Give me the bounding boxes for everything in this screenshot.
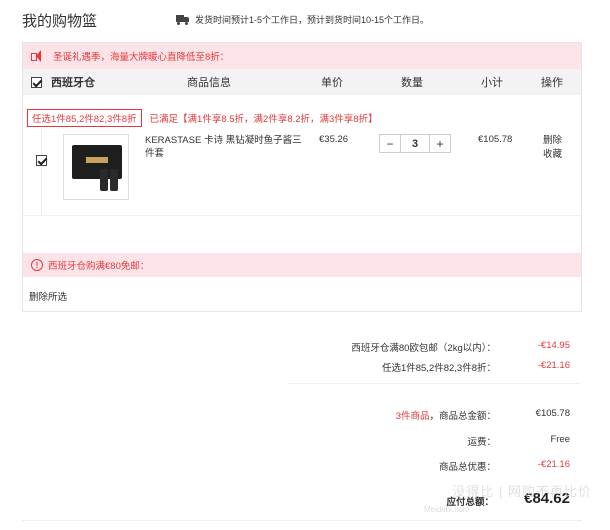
header-unit-price: 单价: [321, 77, 343, 89]
free-shipping-text: 西班牙仓购满€80免邮：: [48, 261, 150, 272]
discount-status: 已满足【满1件享8.5折，满2件享8.2折，满3件享8折】: [149, 114, 378, 125]
delete-link[interactable]: 删除: [543, 134, 562, 148]
quantity-stepper: − 3 +: [379, 134, 451, 153]
product-bottle: [110, 169, 118, 191]
product-bottle: [100, 169, 108, 191]
item-actions: 删除 收藏: [543, 134, 562, 162]
goods-total-value: €105.78: [535, 408, 570, 419]
total-discount-label: 商品总优惠：: [438, 462, 496, 473]
goods-total-label: 3件商品，商品总金额：: [396, 408, 496, 422]
header-quantity: 数量: [401, 77, 423, 89]
product-name[interactable]: KERASTASE 卡诗 黑钻凝时鱼子酱三件套: [145, 134, 305, 160]
truck-icon: [176, 15, 189, 25]
goods-total-label-text: ，商品总金额：: [429, 411, 496, 422]
header-actions: 操作: [541, 77, 563, 89]
cart-header-row: 西班牙仓 商品信息 单价 数量 小计 操作: [23, 69, 581, 95]
decrease-button[interactable]: −: [380, 135, 400, 152]
header-info: 商品信息: [187, 77, 231, 89]
row-divider-vertical: [41, 129, 42, 215]
item-checkbox[interactable]: [36, 155, 47, 166]
increase-button[interactable]: +: [430, 135, 450, 152]
unit-price: €35.26: [319, 134, 349, 145]
promo-banner: 圣诞礼遇季，海量大牌暖心直降低至8折：: [23, 43, 581, 69]
discount-value: -€21.16: [537, 360, 570, 371]
row-divider: [23, 215, 581, 216]
free-shipping-banner: ! 西班牙仓购满€80免邮：: [23, 253, 581, 277]
shipping-note: 发货时间预计1-5个工作日，预计到货时间10-15个工作日。: [176, 13, 429, 26]
quantity-input[interactable]: 3: [400, 135, 430, 152]
total-discount-value: -€21.16: [537, 459, 570, 470]
delete-selected-link[interactable]: 删除所选: [29, 289, 67, 303]
bottom-divider: [22, 520, 582, 521]
favorite-link[interactable]: 收藏: [543, 148, 562, 162]
item-count: 3件商品: [395, 411, 430, 422]
watermark: 没得比 | 网购不再比价: [452, 484, 592, 499]
item-subtotal: €105.78: [478, 134, 513, 145]
product-box-label: [86, 157, 108, 163]
select-all-checkbox[interactable]: [31, 76, 42, 88]
watermark-sub: Meidebi.com: [424, 505, 470, 514]
promo-banner-text: 圣诞礼遇季，海量大牌暖心直降低至8折：: [53, 52, 230, 63]
summary-divider: [288, 383, 580, 384]
discount-tag[interactable]: 任选1件85,2件82,3件8折: [27, 109, 142, 127]
alert-icon: !: [31, 259, 43, 271]
cart-item-row: KERASTASE 卡诗 黑钻凝时鱼子酱三件套 €35.26 − 3 + €10…: [23, 129, 581, 215]
shipping-label: 运费：: [467, 437, 496, 448]
product-thumbnail[interactable]: [63, 134, 129, 200]
free-shipping-value: -€14.95: [537, 340, 570, 351]
header-subtotal: 小计: [481, 77, 503, 89]
speaker-icon: [31, 50, 45, 62]
cart-panel: 圣诞礼遇季，海量大牌暖心直降低至8折： 西班牙仓 商品信息 单价 数量 小计 操…: [22, 42, 582, 312]
warehouse-label: 西班牙仓: [51, 77, 95, 89]
page-title: 我的购物篮: [22, 13, 98, 30]
discount-row: 任选1件85,2件82,3件8折 已满足【满1件享8.5折，满2件享8.2折，满…: [27, 109, 378, 127]
shipping-note-text: 发货时间预计1-5个工作日，预计到货时间10-15个工作日。: [195, 15, 430, 25]
free-shipping-label: 西班牙仓满80欧包邮（2kg以内）：: [351, 343, 496, 354]
discount-label: 任选1件85,2件82,3件8折：: [381, 363, 496, 374]
shipping-value: Free: [550, 434, 570, 445]
